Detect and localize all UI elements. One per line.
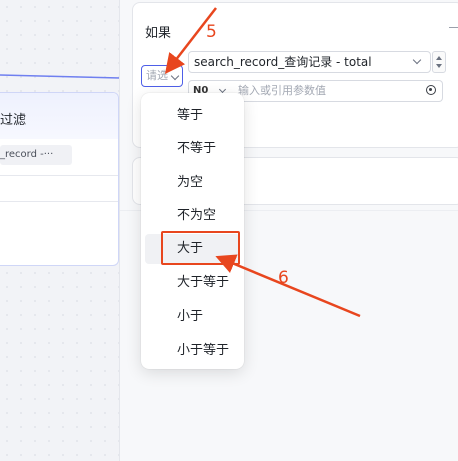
left-operand-value: search_record_查询记录 - total	[194, 55, 372, 69]
chevron-down-icon	[412, 55, 422, 65]
operator-option-not-empty[interactable]: 不为空	[145, 201, 240, 231]
operator-dropdown: 等于 不等于 为空 不为空 大于 大于等于 小于 小于等于	[141, 93, 244, 369]
filter-node[interactable]: 过滤 _record -···	[0, 92, 119, 266]
caret-up-icon[interactable]	[436, 56, 442, 60]
operator-option-greater[interactable]: 大于	[145, 234, 240, 264]
operator-option-empty[interactable]: 为空	[145, 168, 240, 198]
chevron-down-icon	[170, 71, 180, 81]
variable-tag: _record -···	[0, 145, 72, 165]
chevron-down-icon	[218, 85, 227, 94]
operator-option-less-equal[interactable]: 小于等于	[145, 336, 240, 366]
operator-option-not-equal[interactable]: 不等于	[145, 134, 240, 164]
operator-option-less[interactable]: 小于	[145, 302, 240, 332]
condition-title: 如果	[145, 26, 172, 41]
operator-placeholder: 请选	[146, 69, 168, 82]
node-row	[0, 201, 118, 226]
workflow-canvas[interactable]: 过滤 _record -···	[0, 0, 120, 461]
value-placeholder: 输入或引用参数值	[238, 84, 326, 97]
operator-option-greater-equal[interactable]: 大于等于	[145, 268, 240, 298]
node-header: 过滤	[0, 93, 118, 139]
connection-edge	[0, 74, 120, 79]
operator-option-equal[interactable]: 等于	[145, 101, 240, 131]
collapse-icon[interactable]	[449, 27, 458, 28]
caret-down-icon[interactable]	[436, 64, 442, 68]
reference-target-icon[interactable]	[426, 85, 436, 95]
operand-stepper[interactable]	[432, 51, 446, 73]
value-input[interactable]: 输入或引用参数值	[230, 80, 443, 102]
node-row	[0, 175, 118, 200]
left-operand-select[interactable]: search_record_查询记录 - total	[188, 51, 431, 73]
node-title: 过滤	[0, 113, 27, 128]
operator-select[interactable]: 请选	[141, 65, 183, 87]
